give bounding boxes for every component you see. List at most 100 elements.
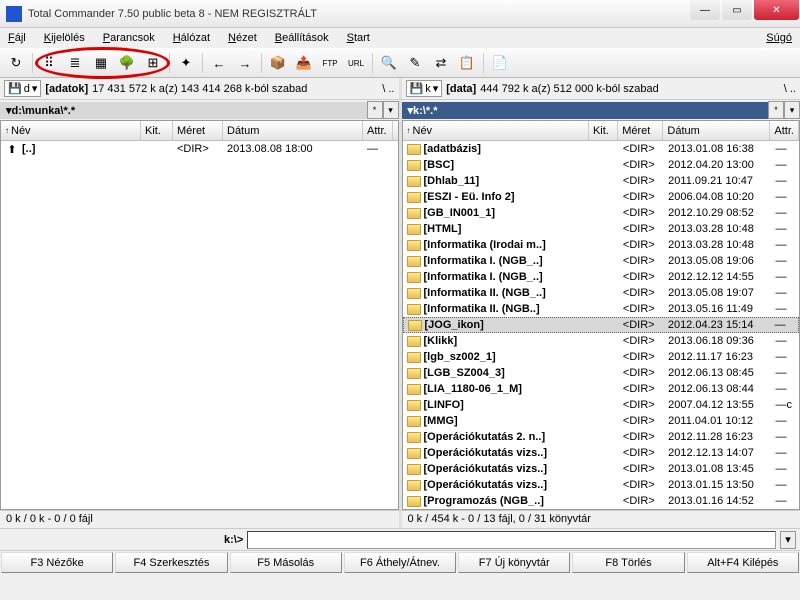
- history-right[interactable]: *: [768, 101, 784, 119]
- menu-start[interactable]: Start: [343, 30, 374, 46]
- back-icon[interactable]: ←: [207, 51, 231, 75]
- file-row[interactable]: ⬆[..]<DIR>2013.08.08 18:00—: [1, 141, 398, 157]
- folder-icon: [407, 208, 421, 219]
- left-file-list[interactable]: ⬆[..]<DIR>2013.08.08 18:00—: [1, 141, 398, 509]
- col-ext[interactable]: Kit.: [141, 121, 173, 140]
- history-left[interactable]: *: [367, 101, 383, 119]
- f8-delete[interactable]: F8 Törlés: [572, 552, 684, 573]
- folder-icon: [407, 368, 421, 379]
- right-file-list[interactable]: [adatbázis]<DIR>2013.01.08 16:38—[BSC]<D…: [403, 141, 800, 509]
- file-row[interactable]: [LINFO]<DIR>2007.04.12 13:55—c: [403, 397, 800, 413]
- sync-icon[interactable]: ⇄: [429, 51, 453, 75]
- col-size[interactable]: Méret: [173, 121, 223, 140]
- maximize-button[interactable]: ▭: [722, 0, 752, 20]
- menu-hálózat[interactable]: Hálózat: [169, 30, 214, 46]
- menu-help[interactable]: Súgó: [762, 30, 796, 46]
- file-row[interactable]: [Informatika I. (NGB_..]<DIR>2013.05.08 …: [403, 253, 800, 269]
- right-panel: ↑Név Kit. Méret Dátum Attr. [adatbázis]<…: [402, 120, 800, 510]
- altf4-exit[interactable]: Alt+F4 Kilépés: [687, 552, 799, 573]
- view-brief-icon[interactable]: ⠿: [37, 51, 61, 75]
- url-icon[interactable]: URL: [344, 51, 368, 75]
- refresh-icon[interactable]: ↻: [4, 51, 28, 75]
- col-attr[interactable]: Attr.: [363, 121, 393, 140]
- menu-nézet[interactable]: Nézet: [224, 30, 261, 46]
- file-row[interactable]: [LIA_1180-06_1_M]<DIR>2012.06.13 08:44—: [403, 381, 800, 397]
- close-button[interactable]: ✕: [754, 0, 799, 20]
- path-right[interactable]: ▾k:\*.*: [402, 102, 769, 119]
- minimize-button[interactable]: —: [690, 0, 720, 20]
- right-columns: ↑Név Kit. Méret Dátum Attr.: [403, 121, 800, 141]
- favorites-left[interactable]: ▾: [383, 101, 399, 119]
- file-row[interactable]: [MMG]<DIR>2011.04.01 10:12—: [403, 413, 800, 429]
- pack-icon[interactable]: 📦: [266, 51, 290, 75]
- forward-icon[interactable]: →: [233, 51, 257, 75]
- file-row[interactable]: [lgb_sz002_1]<DIR>2012.11.17 16:23—: [403, 349, 800, 365]
- nav-right[interactable]: \ ..: [784, 83, 796, 95]
- nav-left[interactable]: \ ..: [382, 83, 394, 95]
- folder-icon: [407, 192, 421, 203]
- notepad-icon[interactable]: 📄: [488, 51, 512, 75]
- cmd-input[interactable]: [247, 531, 776, 549]
- path-left[interactable]: ▾d:\munka\*.*: [0, 102, 367, 119]
- file-row[interactable]: [Informatika II. (NGB..]<DIR>2013.05.16 …: [403, 301, 800, 317]
- f5-copy[interactable]: F5 Másolás: [230, 552, 342, 573]
- folder-icon: [407, 336, 421, 347]
- file-row[interactable]: [Programozás (NGB_..]<DIR>2013.01.16 14:…: [403, 493, 800, 509]
- col-attr[interactable]: Attr.: [770, 121, 799, 140]
- col-name[interactable]: ↑Név: [1, 121, 141, 140]
- file-row[interactable]: [Operációkutatás vizs..]<DIR>2013.01.08 …: [403, 461, 800, 477]
- file-row[interactable]: [ESZI - Eü. Info 2]<DIR>2006.04.08 10:20…: [403, 189, 800, 205]
- invert-icon[interactable]: ✦: [174, 51, 198, 75]
- cmd-history[interactable]: ▾: [780, 531, 796, 549]
- col-date[interactable]: Dátum: [663, 121, 770, 140]
- col-name[interactable]: ↑Név: [403, 121, 589, 140]
- file-row[interactable]: [Dhlab_11]<DIR>2011.09.21 10:47—: [403, 173, 800, 189]
- view-full-icon[interactable]: ≣: [63, 51, 87, 75]
- view-tree-icon[interactable]: 🌳: [115, 51, 139, 75]
- view-custom-icon[interactable]: ⊞: [141, 51, 165, 75]
- menu-parancsok[interactable]: Parancsok: [99, 30, 159, 46]
- file-row[interactable]: [HTML]<DIR>2013.03.28 10:48—: [403, 221, 800, 237]
- free-space-left: 17 431 572 k a(z) 143 414 268 k-ból szab…: [92, 83, 307, 95]
- multirename-icon[interactable]: ✎: [403, 51, 427, 75]
- ftp-icon[interactable]: FTP: [318, 51, 342, 75]
- copy-names-icon[interactable]: 📋: [455, 51, 479, 75]
- folder-icon: [407, 224, 421, 235]
- file-row[interactable]: [BSC]<DIR>2012.04.20 13:00—: [403, 157, 800, 173]
- f7-mkdir[interactable]: F7 Új könyvtár: [458, 552, 570, 573]
- search-icon[interactable]: 🔍: [377, 51, 401, 75]
- folder-icon: [407, 352, 421, 363]
- f4-edit[interactable]: F4 Szerkesztés: [115, 552, 227, 573]
- file-row[interactable]: [JOG_ikon]<DIR>2012.04.23 15:14—: [403, 317, 800, 333]
- file-row[interactable]: [Klikk]<DIR>2013.06.18 09:36—: [403, 333, 800, 349]
- folder-icon: [407, 464, 421, 475]
- drive-select-left[interactable]: 💾 d ▾: [4, 80, 41, 97]
- status-right: 0 k / 454 k - 0 / 13 fájl, 0 / 31 könyvt…: [402, 511, 800, 528]
- file-row[interactable]: [GB_IN001_1]<DIR>2012.10.29 08:52—: [403, 205, 800, 221]
- f6-move[interactable]: F6 Áthely/Átnev.: [344, 552, 456, 573]
- file-row[interactable]: [Informatika (Irodai m..]<DIR>2013.03.28…: [403, 237, 800, 253]
- left-panel: ↑Név Kit. Méret Dátum Attr. ⬆[..]<DIR>20…: [0, 120, 399, 510]
- cmd-prompt: k:\>: [4, 534, 243, 546]
- function-keys: F3 Nézőke F4 Szerkesztés F5 Másolás F6 Á…: [0, 550, 800, 574]
- col-size[interactable]: Méret: [618, 121, 663, 140]
- file-row[interactable]: [Operációkutatás 2. n..]<DIR>2012.11.28 …: [403, 429, 800, 445]
- view-thumbs-icon[interactable]: ▦: [89, 51, 113, 75]
- file-row[interactable]: [LGB_SZ004_3]<DIR>2012.06.13 08:45—: [403, 365, 800, 381]
- window-title: Total Commander 7.50 public beta 8 - NEM…: [28, 8, 689, 20]
- col-ext[interactable]: Kit.: [589, 121, 618, 140]
- folder-icon: [407, 400, 421, 411]
- file-row[interactable]: [adatbázis]<DIR>2013.01.08 16:38—: [403, 141, 800, 157]
- favorites-right[interactable]: ▾: [784, 101, 800, 119]
- menu-beállítások[interactable]: Beállítások: [271, 30, 333, 46]
- file-row[interactable]: [Informatika I. (NGB_..]<DIR>2012.12.12 …: [403, 269, 800, 285]
- menu-kijelölés[interactable]: Kijelölés: [40, 30, 89, 46]
- col-date[interactable]: Dátum: [223, 121, 363, 140]
- unpack-icon[interactable]: 📤: [292, 51, 316, 75]
- menu-fájl[interactable]: Fájl: [4, 30, 30, 46]
- file-row[interactable]: [Operációkutatás vizs..]<DIR>2012.12.13 …: [403, 445, 800, 461]
- file-row[interactable]: [Informatika II. (NGB_..]<DIR>2013.05.08…: [403, 285, 800, 301]
- drive-select-right[interactable]: 💾 k ▾: [406, 80, 443, 97]
- file-row[interactable]: [Operációkutatás vizs..]<DIR>2013.01.15 …: [403, 477, 800, 493]
- f3-view[interactable]: F3 Nézőke: [1, 552, 113, 573]
